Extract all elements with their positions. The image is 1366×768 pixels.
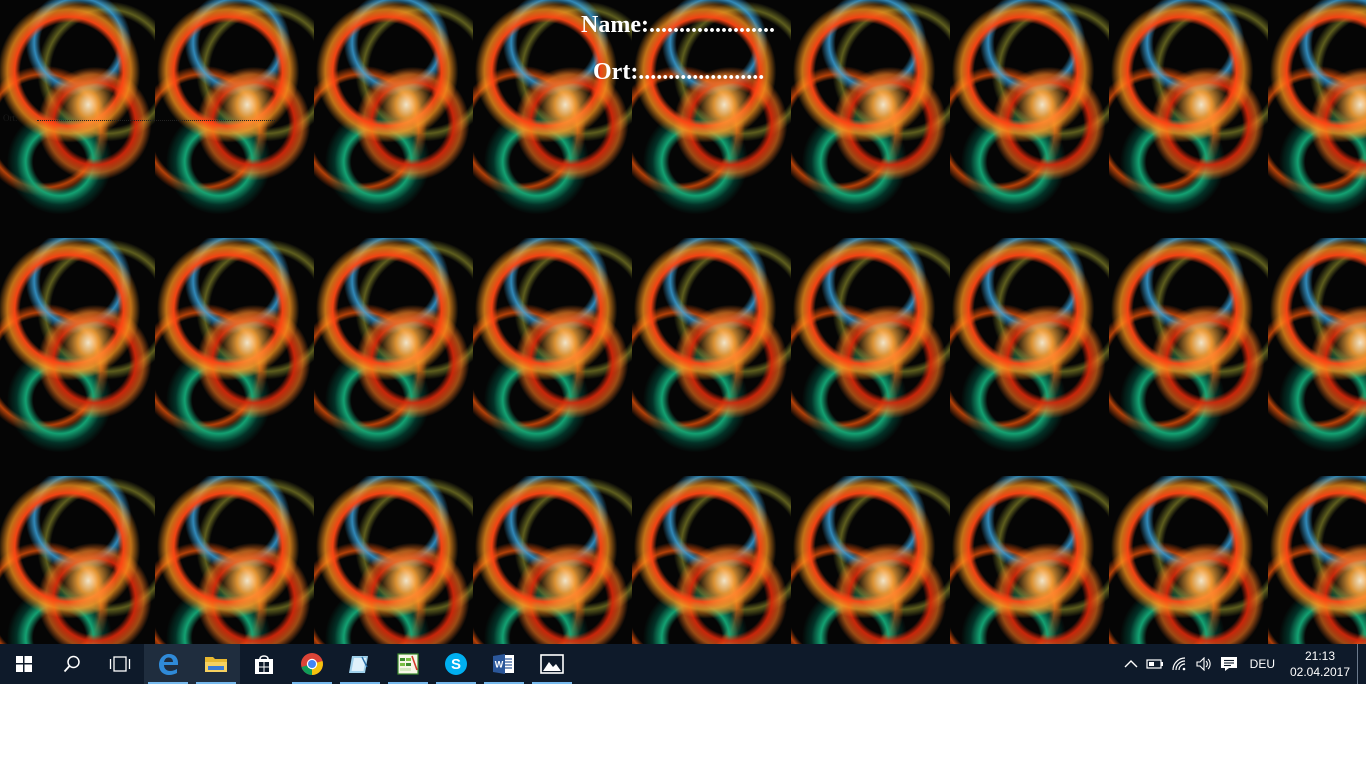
input-language-indicator[interactable]: DEU [1242, 657, 1283, 671]
search-button[interactable] [48, 644, 96, 684]
speaker-icon [1196, 657, 1211, 671]
dotted-rule [37, 120, 275, 121]
wallpaper-text-layer: Name:..................... Ort:.........… [0, 0, 1366, 644]
task-view-icon [109, 656, 131, 672]
notepad-app-taskbar-button[interactable] [336, 644, 384, 684]
wallpaper-small-line-label: Ort: [3, 113, 18, 123]
file-explorer-icon [205, 657, 227, 672]
wallpaper-name-label: Name:..................... [581, 12, 775, 38]
task-view-button[interactable] [96, 644, 144, 684]
clock[interactable]: 21:13 02.04.2017 [1283, 648, 1357, 680]
action-center-button[interactable] [1216, 644, 1242, 684]
battery-button[interactable] [1142, 644, 1168, 684]
svg-text:S: S [451, 656, 461, 673]
skype-taskbar-button[interactable]: S [432, 644, 480, 684]
wallpaper-dotted-line: Ort: [3, 113, 275, 123]
taskbar: S W DEU 21:13 02.04.2017 [0, 644, 1366, 684]
battery-icon [1146, 659, 1163, 669]
store-icon [255, 655, 273, 674]
volume-button[interactable] [1192, 644, 1216, 684]
start-icon [16, 656, 32, 672]
screen: Name:..................... Ort:.........… [0, 0, 1366, 684]
show-desktop-button[interactable] [1357, 644, 1366, 684]
word-icon: W [493, 654, 514, 674]
photos-taskbar-button[interactable] [528, 644, 576, 684]
network-button[interactable] [1168, 644, 1192, 684]
system-tray: DEU 21:13 02.04.2017 [1120, 644, 1366, 684]
skype-icon: S [445, 653, 467, 675]
show-hidden-icons-button[interactable] [1120, 644, 1142, 684]
chrome-icon [301, 653, 323, 675]
photos-icon [540, 654, 564, 674]
desktop-wallpaper[interactable]: Name:..................... Ort:.........… [0, 0, 1366, 644]
chevron-up-icon [1124, 660, 1138, 668]
clock-time: 21:13 [1304, 649, 1336, 663]
start-button[interactable] [0, 644, 48, 684]
store-taskbar-button[interactable] [240, 644, 288, 684]
clock-date: 02.04.2017 [1289, 665, 1351, 679]
spreadsheet-app-taskbar-button[interactable] [384, 644, 432, 684]
spreadsheet-app-icon [397, 653, 419, 675]
edge-taskbar-button[interactable] [144, 644, 192, 684]
file-explorer-taskbar-button[interactable] [192, 644, 240, 684]
svg-text:W: W [495, 660, 504, 670]
wifi-icon [1172, 657, 1185, 671]
search-icon [63, 655, 80, 673]
edge-icon [159, 654, 178, 675]
notification-icon [1220, 657, 1237, 671]
word-taskbar-button[interactable]: W [480, 644, 528, 684]
wallpaper-ort-label: Ort:..................... [593, 59, 765, 85]
notepad-app-icon [349, 656, 368, 673]
chrome-taskbar-button[interactable] [288, 644, 336, 684]
